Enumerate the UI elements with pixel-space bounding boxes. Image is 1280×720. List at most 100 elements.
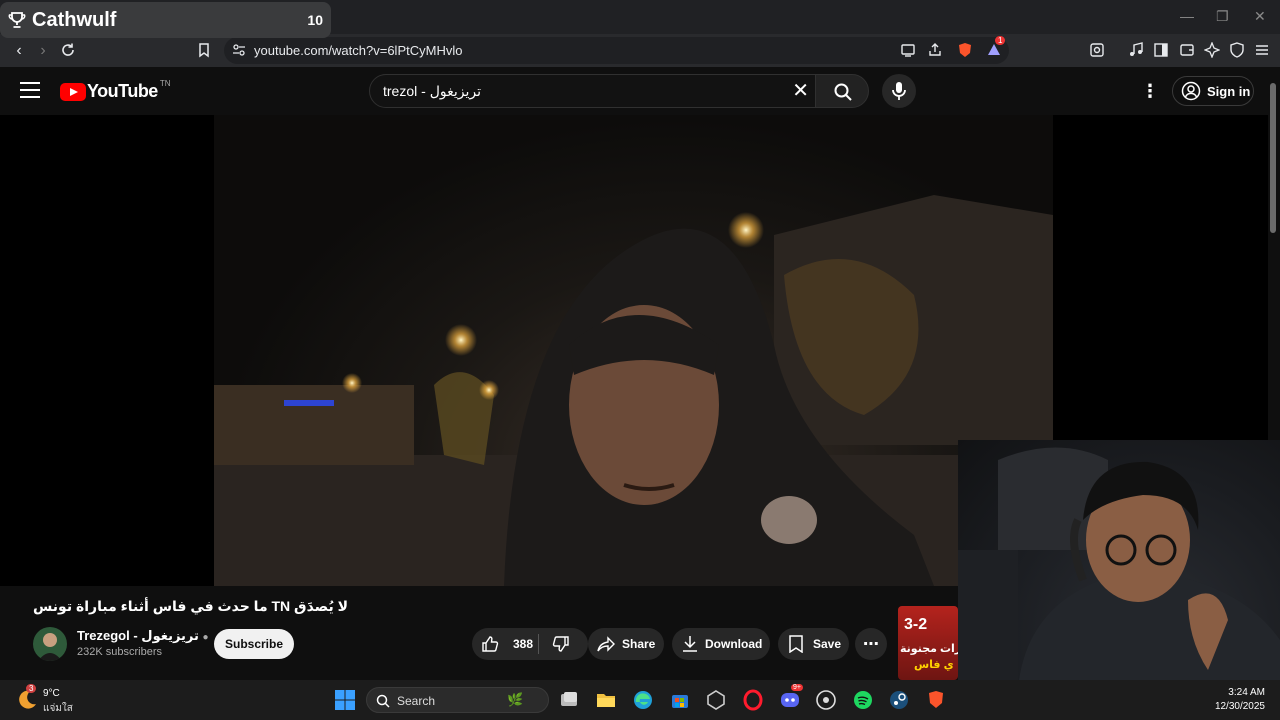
windows-start-icon[interactable]: [334, 689, 356, 711]
steam-icon[interactable]: [888, 689, 910, 711]
wallet-icon[interactable]: [1179, 42, 1195, 58]
like-count: 388: [513, 637, 534, 651]
video-scene: [214, 195, 1053, 586]
app-cube-icon[interactable]: [705, 689, 727, 711]
leo-ai-icon[interactable]: [1204, 42, 1220, 58]
brave-icon[interactable]: [925, 689, 947, 711]
minimize-button[interactable]: —: [1180, 8, 1194, 24]
microphone-icon: [892, 82, 906, 100]
thumbnail-score: 3-2: [904, 616, 928, 633]
restore-button[interactable]: ❐: [1216, 8, 1229, 25]
youtube-play-icon: [60, 82, 86, 101]
windows-taskbar: 3 9°C แจ่มใส Search 🌿 9+ 3:24 AM 12/30/2…: [0, 680, 1280, 720]
address-bar[interactable]: youtube.com/watch?v=6lPtCyMHvlo: [224, 37, 1009, 64]
thumbs-down-icon: [552, 636, 569, 652]
channel-avatar[interactable]: [33, 627, 67, 661]
reload-icon[interactable]: [60, 42, 76, 58]
trophy-icon: [8, 12, 26, 28]
taskbar-clock-date[interactable]: 12/30/2025: [1215, 701, 1265, 712]
like-dislike-group: 388: [472, 628, 588, 660]
rewards-icon[interactable]: 1: [986, 36, 1006, 58]
opera-icon[interactable]: [742, 689, 764, 711]
cast-icon[interactable]: [900, 42, 916, 58]
file-explorer-icon[interactable]: [595, 689, 617, 711]
share-label: Share: [622, 637, 656, 651]
thumbnail-text-line2: ي فاس: [914, 659, 954, 671]
bookmark-icon[interactable]: [196, 42, 212, 58]
download-label: Download: [705, 637, 763, 651]
thumbs-up-icon: [482, 636, 499, 652]
more-horiz-icon: ⋯: [863, 636, 879, 653]
scrollbar-thumb[interactable]: [1270, 83, 1276, 233]
obs-icon[interactable]: [815, 689, 837, 711]
sidebar-icon[interactable]: [1153, 42, 1169, 58]
clear-search-icon[interactable]: ✕: [792, 81, 809, 101]
voice-search-button[interactable]: [882, 74, 916, 108]
subscriber-count: 232K subscribers: [77, 646, 162, 658]
music-icon[interactable]: [1128, 42, 1144, 58]
youtube-header: YouTube TN trezol - تريزيغول ✕ ⋮ Sign in: [0, 67, 1268, 115]
discord-icon[interactable]: 9+: [779, 684, 803, 711]
save-label: Save: [813, 637, 842, 651]
search-highlight-icon: 🌿: [507, 692, 524, 707]
subscribe-button[interactable]: Subscribe: [214, 629, 294, 659]
dislike-button[interactable]: [539, 628, 570, 660]
vpn-icon[interactable]: [1229, 42, 1245, 58]
video-title: لا يُصدَق TN ما حدث في فاس أثناء مباراة …: [33, 598, 349, 614]
spotify-icon[interactable]: [852, 689, 874, 711]
screenshot-icon[interactable]: [1089, 42, 1105, 58]
channel-name-text: Trezegol - تريزيغول: [77, 628, 199, 643]
taskbar-search-icon: [376, 694, 390, 708]
taskbar-search-label: Search: [397, 694, 436, 708]
taskbar-search[interactable]: Search 🌿: [366, 687, 549, 713]
save-playlist-icon: [789, 635, 803, 653]
search-query: trezol - تريزيغول: [383, 83, 481, 99]
browser-menu-icon[interactable]: [1254, 42, 1270, 58]
task-view-icon[interactable]: [558, 689, 580, 711]
forward-icon[interactable]: ›: [34, 42, 52, 60]
settings-more-button[interactable]: ⋮: [1141, 81, 1159, 101]
brave-shield-icon[interactable]: [957, 42, 973, 58]
guide-menu-button[interactable]: [20, 82, 40, 100]
channel-avatar-image: [38, 633, 62, 661]
search-button[interactable]: [815, 74, 869, 108]
overlay-count: 10: [307, 12, 323, 28]
back-icon[interactable]: ‹: [10, 42, 28, 60]
region-code: TN: [159, 79, 171, 88]
url-text: youtube.com/watch?v=6lPtCyMHvlo: [254, 43, 463, 58]
thumbnail-text-line1: رات مجنونة: [900, 643, 958, 655]
youtube-wordmark: YouTube: [87, 81, 158, 101]
close-window-button[interactable]: ✕: [1254, 8, 1266, 25]
download-button[interactable]: Download: [672, 628, 770, 660]
taskbar-clock-time[interactable]: 3:24 AM: [1228, 687, 1265, 698]
weather-widget[interactable]: 3: [16, 684, 38, 710]
sign-in-button[interactable]: Sign in: [1172, 76, 1254, 106]
discord-badge: 9+: [791, 684, 803, 691]
video-frame[interactable]: [214, 115, 1053, 586]
site-settings-icon[interactable]: [232, 43, 246, 57]
share-page-icon[interactable]: [927, 42, 943, 58]
stream-overlay-badge: Cathwulf 10: [0, 2, 331, 38]
download-icon: [683, 636, 697, 652]
streamer-name: Cathwulf: [32, 8, 117, 31]
sign-in-label: Sign in: [1207, 83, 1251, 99]
more-actions-button[interactable]: ⋯: [855, 628, 887, 660]
youtube-logo[interactable]: YouTube TN: [60, 79, 171, 102]
like-button[interactable]: 388: [472, 628, 538, 660]
account-icon: [1181, 81, 1201, 101]
webcam-overlay: [958, 440, 1280, 688]
webcam-scene: [958, 447, 1280, 688]
search-input[interactable]: trezol - تريزيغول ✕: [369, 74, 816, 108]
store-icon[interactable]: [669, 689, 691, 711]
share-icon: [597, 636, 615, 652]
verified-icon: ●: [202, 632, 209, 643]
channel-name[interactable]: Trezegol - تريزيغول ●: [77, 628, 209, 644]
edge-icon[interactable]: [632, 689, 654, 711]
related-video-thumbnail[interactable]: 3-2 رات مجنونة ي فاس: [898, 606, 958, 680]
weather-temperature: 9°C: [43, 688, 60, 699]
save-button[interactable]: Save: [778, 628, 849, 660]
weather-condition: แจ่มใส: [43, 703, 73, 714]
browser-toolbar: ‹ › youtube.com/watch?v=6lPtCyMHvlo 1: [0, 34, 1280, 67]
search-icon: [834, 83, 852, 101]
share-button[interactable]: Share: [588, 628, 664, 660]
